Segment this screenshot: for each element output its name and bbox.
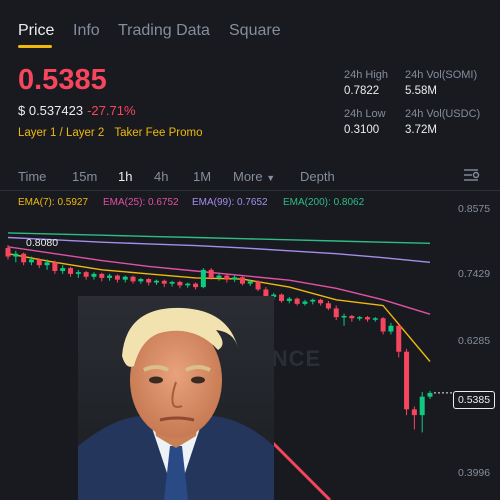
candle-body [224, 275, 230, 280]
candle-body [130, 276, 136, 282]
candle-body [388, 325, 394, 332]
ema-line-0 [7, 232, 431, 244]
candle-body [138, 279, 144, 282]
candle-body [208, 269, 214, 278]
candle-body [52, 262, 58, 271]
candle-body [279, 294, 285, 301]
candle-body [318, 299, 324, 304]
red-arrow-line [268, 438, 332, 500]
candle-body [411, 409, 417, 416]
candle-body [107, 275, 113, 278]
y-tick-1: 0.8575 [458, 203, 491, 215]
candle-body [21, 253, 27, 263]
candle-body [232, 277, 238, 280]
candle-body [239, 277, 245, 284]
candle-body [333, 308, 339, 318]
candle-body [349, 315, 355, 319]
candle-body [193, 283, 199, 288]
y-tick-3: 0.6285 [458, 335, 491, 347]
candle-body [28, 259, 34, 263]
candle-body [99, 273, 105, 278]
candle-body [146, 279, 152, 283]
portrait-photo [78, 296, 274, 500]
candle-body [44, 262, 50, 266]
y-tick-2: 0.7429 [458, 268, 491, 280]
candle-body [68, 268, 74, 274]
candle-body [325, 303, 331, 309]
candle-body [83, 272, 89, 277]
candle-body [357, 317, 363, 319]
chart-high-label: 0.8080 [26, 237, 59, 249]
candle-body [114, 275, 120, 280]
candle-body [153, 280, 159, 283]
candle-body [36, 259, 42, 266]
candle-body [177, 281, 183, 286]
candle-body [200, 269, 206, 288]
candle-body [294, 298, 300, 304]
candle-body [161, 280, 167, 284]
candle-body [380, 318, 386, 332]
candle-body [60, 268, 66, 271]
candle-body [286, 298, 292, 301]
candle-body [364, 317, 370, 320]
candle-body [216, 275, 222, 278]
candle-body [75, 272, 81, 274]
candle-body [419, 396, 425, 416]
candle-body [185, 283, 191, 286]
candle-body [404, 351, 410, 410]
current-price-tag: 0.5385 [453, 391, 495, 409]
candle-body [302, 301, 308, 304]
candle-body [122, 276, 128, 280]
candle-body [247, 281, 253, 284]
candle-body [396, 325, 402, 352]
y-tick-4: 0.3996 [458, 467, 491, 479]
candle-body [427, 392, 433, 397]
candle-body [5, 247, 11, 257]
candle-body [169, 281, 175, 284]
candle-body [13, 253, 19, 257]
candle-body [91, 273, 97, 277]
candle-body [372, 318, 378, 320]
candle-body [255, 281, 261, 290]
candle-body [310, 299, 316, 302]
candle-body [341, 315, 347, 318]
